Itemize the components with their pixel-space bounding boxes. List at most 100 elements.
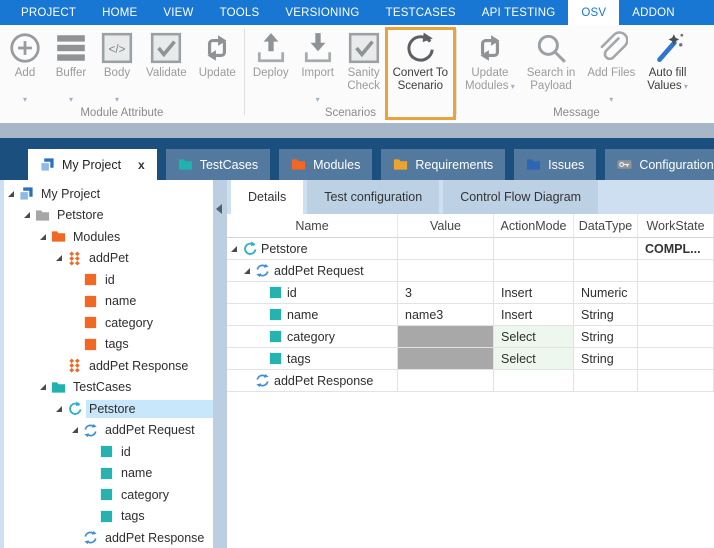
name-cell[interactable]: id <box>227 282 398 304</box>
name-cell[interactable]: addPet Request <box>227 260 398 282</box>
details-tab-control-flow-diagram[interactable]: Control Flow Diagram <box>443 180 598 214</box>
add-button[interactable]: Add▾ <box>2 27 48 107</box>
workstate-cell[interactable] <box>638 326 714 348</box>
tree-item-addpet-response[interactable]: addPet Response <box>4 527 213 548</box>
workstate-cell[interactable] <box>638 348 714 370</box>
tree-item-petstore[interactable]: Petstore <box>4 398 213 420</box>
menu-item-view[interactable]: VIEW <box>150 0 206 25</box>
tree-item-category[interactable]: category <box>4 484 213 506</box>
actionmode-cell[interactable]: Select <box>494 348 574 370</box>
expand-arrow-icon[interactable] <box>40 384 50 390</box>
menu-item-project[interactable]: PROJECT <box>8 0 89 25</box>
value-cell[interactable] <box>398 326 494 348</box>
tree-item-addpet-response[interactable]: addPet Response <box>4 355 213 377</box>
name-cell[interactable]: name <box>227 304 398 326</box>
value-cell[interactable]: 3 <box>398 282 494 304</box>
tree-item-tags[interactable]: tags <box>4 334 213 356</box>
datatype-cell[interactable]: String <box>574 326 638 348</box>
tree-item-my-project[interactable]: My Project <box>4 183 213 205</box>
name-cell[interactable]: Petstore <box>227 238 398 260</box>
tree-item-petstore[interactable]: Petstore <box>4 205 213 227</box>
collapse-arrow-icon[interactable] <box>216 204 222 214</box>
expand-arrow-icon[interactable] <box>8 191 18 197</box>
tab-issues[interactable]: Issues <box>514 149 596 180</box>
tree-item-addpet-request[interactable]: addPet Request <box>4 420 213 442</box>
column-header-value[interactable]: Value <box>398 214 494 237</box>
name-cell[interactable]: category <box>227 326 398 348</box>
tree-item-modules[interactable]: Modules <box>4 226 213 248</box>
workstate-cell[interactable]: COMPL... <box>638 238 714 260</box>
name-cell[interactable]: tags <box>227 348 398 370</box>
tab-modules[interactable]: Modules <box>279 149 372 180</box>
buffer-button[interactable]: Buffer▾ <box>48 27 94 107</box>
validate-button[interactable]: Validate <box>140 27 193 107</box>
actionmode-cell[interactable] <box>494 238 574 260</box>
value-cell[interactable] <box>398 238 494 260</box>
tree-item-id[interactable]: id <box>4 269 213 291</box>
panel-splitter[interactable] <box>213 180 227 548</box>
workstate-cell[interactable] <box>638 370 714 392</box>
menu-item-addon[interactable]: ADDON <box>619 0 688 25</box>
dropdown-caret-icon[interactable]: ▾ <box>682 82 688 91</box>
dropdown-caret-icon[interactable]: ▾ <box>609 95 613 104</box>
actionmode-cell[interactable]: Select <box>494 326 574 348</box>
column-header-datatype[interactable]: DataType <box>574 214 638 237</box>
convert-to-scenario-button[interactable]: Convert ToScenario <box>387 27 454 107</box>
sanity-check-button[interactable]: SanityCheck <box>341 27 387 107</box>
details-tab-test-configuration[interactable]: Test configuration <box>307 180 439 214</box>
workstate-cell[interactable] <box>638 304 714 326</box>
body-button[interactable]: </>Body▾ <box>94 27 140 107</box>
dropdown-caret-icon[interactable]: ▾ <box>69 95 73 104</box>
tab-testcases[interactable]: TestCases <box>166 149 270 180</box>
actionmode-cell[interactable] <box>494 260 574 282</box>
add-files-button[interactable]: Add Files▾ <box>581 27 641 107</box>
expand-arrow-icon[interactable] <box>72 427 82 433</box>
tree-item-name[interactable]: name <box>4 463 213 485</box>
expand-arrow-icon[interactable] <box>231 246 241 252</box>
column-header-workstate[interactable]: WorkState <box>638 214 714 237</box>
actionmode-cell[interactable] <box>494 370 574 392</box>
close-icon[interactable]: x <box>138 159 145 171</box>
menu-item-tools[interactable]: TOOLS <box>207 0 273 25</box>
actionmode-cell[interactable]: Insert <box>494 282 574 304</box>
menu-item-testcases[interactable]: TESTCASES <box>373 0 469 25</box>
menu-item-api-testing[interactable]: API TESTING <box>469 0 569 25</box>
workstate-cell[interactable] <box>638 282 714 304</box>
datatype-cell[interactable]: Numeric <box>574 282 638 304</box>
tree-item-testcases[interactable]: TestCases <box>4 377 213 399</box>
actionmode-cell[interactable]: Insert <box>494 304 574 326</box>
expand-arrow-icon[interactable] <box>56 255 66 261</box>
column-header-actionmode[interactable]: ActionMode <box>494 214 574 237</box>
search-in-payload-button[interactable]: Search inPayload <box>521 27 582 107</box>
datatype-cell[interactable]: String <box>574 304 638 326</box>
auto-fill-values-button[interactable]: Auto fillValues ▾ <box>641 27 694 107</box>
dropdown-caret-icon[interactable]: ▾ <box>23 95 27 104</box>
datatype-cell[interactable]: String <box>574 348 638 370</box>
menu-item-versioning[interactable]: VERSIONING <box>272 0 372 25</box>
value-cell[interactable] <box>398 260 494 282</box>
expand-arrow-icon[interactable] <box>24 212 34 218</box>
value-cell[interactable] <box>398 348 494 370</box>
menu-item-home[interactable]: HOME <box>89 0 150 25</box>
import-button[interactable]: Import▾ <box>295 27 341 107</box>
details-tab-details[interactable]: Details <box>231 180 303 214</box>
tree-item-id[interactable]: id <box>4 441 213 463</box>
tree-item-category[interactable]: category <box>4 312 213 334</box>
datatype-cell[interactable] <box>574 370 638 392</box>
tab-my-project[interactable]: My Projectx <box>28 149 157 180</box>
datatype-cell[interactable] <box>574 260 638 282</box>
tree-item-addpet[interactable]: addPet <box>4 248 213 270</box>
update-modules-button[interactable]: UpdateModules ▾ <box>459 27 521 107</box>
update-button[interactable]: Update <box>193 27 242 107</box>
expand-arrow-icon[interactable] <box>56 406 66 412</box>
dropdown-caret-icon[interactable]: ▾ <box>316 95 320 104</box>
expand-arrow-icon[interactable] <box>244 268 254 274</box>
value-cell[interactable]: name3 <box>398 304 494 326</box>
expand-arrow-icon[interactable] <box>40 234 50 240</box>
tab-configurations[interactable]: Configurations <box>605 149 714 180</box>
dropdown-caret-icon[interactable]: ▾ <box>115 95 119 104</box>
tree-item-name[interactable]: name <box>4 291 213 313</box>
column-header-name[interactable]: Name <box>227 214 398 237</box>
workstate-cell[interactable] <box>638 260 714 282</box>
menu-item-osv[interactable]: OSV <box>568 0 619 25</box>
